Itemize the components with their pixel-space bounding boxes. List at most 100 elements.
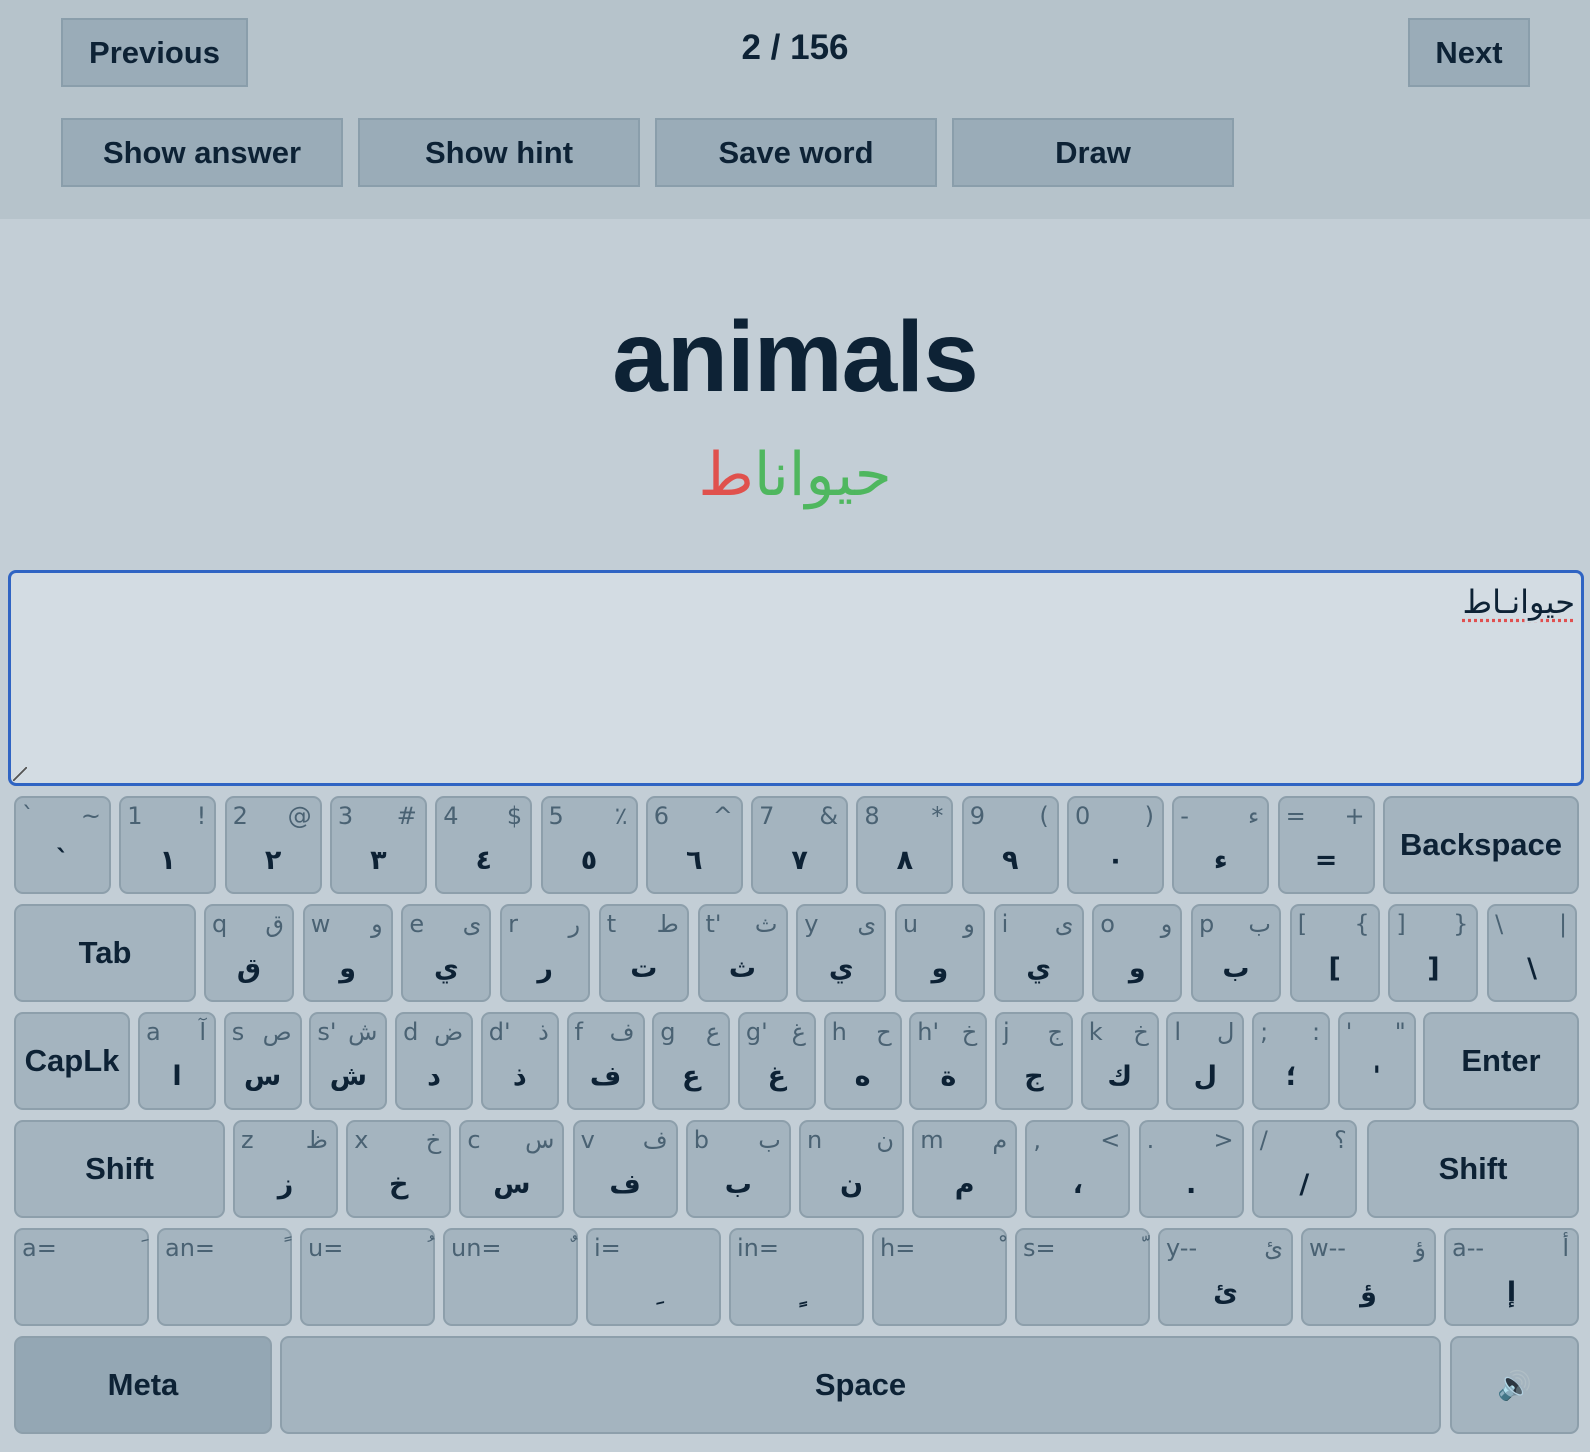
key-row3-1[interactable]: sصس: [223, 1012, 302, 1110]
key-row3-11[interactable]: k خك: [1080, 1012, 1159, 1110]
key-diacritic-6[interactable]: h=ْ: [872, 1228, 1007, 1326]
key-row3-6[interactable]: gعع: [652, 1012, 731, 1110]
key-row2-11[interactable]: [{[: [1289, 904, 1380, 1002]
key-diacritic-9[interactable]: w-- ؤ ؤ: [1301, 1228, 1436, 1326]
draw-button[interactable]: Draw: [952, 118, 1234, 187]
key-main-label: ي: [828, 953, 854, 984]
key-row2-10[interactable]: pبب: [1191, 904, 1281, 1002]
key-row2-0[interactable]: qقق: [204, 904, 294, 1002]
key-row2-3[interactable]: rرر: [500, 904, 591, 1002]
caps-lock-key[interactable]: CapLk: [14, 1012, 130, 1110]
key-row3-0[interactable]: a آا: [138, 1012, 216, 1110]
key-row4-5[interactable]: nنن: [799, 1120, 904, 1218]
show-hint-button[interactable]: Show hint: [358, 118, 640, 187]
key-row4-3[interactable]: vفف: [572, 1120, 678, 1218]
key-row1-11[interactable]: -ءء: [1172, 796, 1270, 894]
key-row4-4[interactable]: bبب: [685, 1120, 791, 1218]
key-latin-label: l: [1174, 1018, 1182, 1046]
key-latin-label: a: [146, 1018, 161, 1046]
key-row2-4[interactable]: t طت: [598, 904, 689, 1002]
answer-textarea[interactable]: حيوانـاط: [8, 570, 1584, 786]
key-diacritic-7[interactable]: s=ّ: [1015, 1228, 1150, 1326]
answer-input-text[interactable]: حيوانـاط: [1463, 583, 1575, 621]
shift-right-key[interactable]: Shift: [1367, 1120, 1579, 1218]
key-row2-8[interactable]: i ىي: [993, 904, 1084, 1002]
key-row2-9[interactable]: oوو: [1092, 904, 1183, 1002]
key-row1-0[interactable]: ` ~ `: [14, 796, 111, 894]
key-row1-4[interactable]: 4 $٤: [435, 796, 533, 894]
key-row3-4[interactable]: d' ذ ذ: [480, 1012, 559, 1110]
key-diacritic-4[interactable]: i=ِ: [586, 1228, 721, 1326]
key-row1-2[interactable]: 2 @٢: [224, 796, 322, 894]
key-row4-9[interactable]: / ؟ /: [1251, 1120, 1357, 1218]
key-row1-6[interactable]: 6 ^ ٦: [645, 796, 743, 894]
key-row3-13[interactable]: ;: ؛: [1252, 1012, 1331, 1110]
shift-left-key[interactable]: Shift: [14, 1120, 225, 1218]
key-row3-5[interactable]: fفف: [566, 1012, 645, 1110]
key-row4-8[interactable]: . >.: [1138, 1120, 1244, 1218]
key-row3-8[interactable]: h حه: [823, 1012, 902, 1110]
key-diacritic-0[interactable]: a=َ: [14, 1228, 149, 1326]
key-row3-9[interactable]: h' خ ة: [909, 1012, 988, 1110]
key-row2-6[interactable]: y ىي: [796, 904, 887, 1002]
key-latin-label: un=: [451, 1234, 502, 1262]
key-row3-14[interactable]: ' " ': [1337, 1012, 1416, 1110]
key-latin-label: [: [1297, 910, 1308, 938]
key-row1-1[interactable]: 1! ١: [119, 796, 217, 894]
key-row1-9[interactable]: 9 (٩: [961, 796, 1059, 894]
key-row1-3[interactable]: 3 #٣: [329, 796, 427, 894]
key-row2-13[interactable]: \ | \: [1487, 904, 1578, 1002]
key-row1-10[interactable]: 0) ٠: [1067, 796, 1164, 894]
key-alt-label: !: [196, 802, 207, 830]
key-diacritic-10[interactable]: a-- أ إ: [1444, 1228, 1579, 1326]
key-row3-7[interactable]: g' غ غ: [737, 1012, 816, 1110]
show-answer-button[interactable]: Show answer: [61, 118, 343, 187]
key-row3-3[interactable]: dضد: [395, 1012, 474, 1110]
key-row1-8[interactable]: 8 * ٨: [856, 796, 954, 894]
key-diacritic-8[interactable]: y-- ئ ئ: [1158, 1228, 1293, 1326]
key-row1-5[interactable]: 5 ٪ ٥: [540, 796, 638, 894]
key-alt-label: ن: [876, 1126, 894, 1154]
save-word-button[interactable]: Save word: [655, 118, 937, 187]
key-diacritic-1[interactable]: an=ً: [157, 1228, 292, 1326]
key-row4-0[interactable]: z ظز: [233, 1120, 338, 1218]
key-diacritic-2[interactable]: u=ُ: [300, 1228, 435, 1326]
key-row4-1[interactable]: xخخ: [346, 1120, 452, 1218]
key-row4-7[interactable]: , < ،: [1025, 1120, 1131, 1218]
key-alt-label: آ: [199, 1018, 206, 1046]
key-row1-12[interactable]: = + =: [1277, 796, 1375, 894]
next-button[interactable]: Next: [1408, 18, 1530, 87]
key-row2-7[interactable]: uوو: [894, 904, 985, 1002]
key-alt-label: ى: [1054, 910, 1074, 938]
key-alt-label: ظ: [305, 1126, 328, 1154]
key-row4-6[interactable]: mمم: [912, 1120, 1018, 1218]
enter-key[interactable]: Enter: [1423, 1012, 1579, 1110]
key-main-label: و: [931, 953, 949, 984]
key-row2-2[interactable]: e ىي: [401, 904, 492, 1002]
key-diacritic-5[interactable]: in=ٍ: [729, 1228, 864, 1326]
key-row3-2[interactable]: s' ش ش: [309, 1012, 388, 1110]
key-main-label: .: [1185, 1169, 1197, 1200]
key-row3-10[interactable]: jجج: [995, 1012, 1073, 1110]
key-diacritic-3[interactable]: un=ٌ: [443, 1228, 578, 1326]
backspace-key-label: Backspace: [1399, 827, 1562, 862]
resize-handle-icon[interactable]: [13, 767, 27, 781]
key-row4-2[interactable]: cسس: [459, 1120, 565, 1218]
key-latin-label: 4: [443, 802, 459, 830]
key-row1-7[interactable]: 7 & ٧: [751, 796, 849, 894]
key-row3-12[interactable]: lلل: [1166, 1012, 1245, 1110]
key-latin-label: ': [1345, 1018, 1353, 1046]
key-alt-label: ؤ: [1414, 1234, 1426, 1262]
key-alt-label: ب: [758, 1126, 781, 1154]
key-alt-label: خ: [961, 1018, 978, 1046]
key-row2-1[interactable]: wوو: [302, 904, 393, 1002]
key-row2-12[interactable]: ]}]: [1388, 904, 1479, 1002]
key-row2-5[interactable]: t' ث ث: [697, 904, 788, 1002]
backspace-key[interactable]: Backspace: [1383, 796, 1579, 894]
key-alt-label: *: [931, 802, 944, 830]
tab-key[interactable]: Tab: [14, 904, 196, 1002]
speaker-key[interactable]: 🔊: [1450, 1336, 1579, 1434]
answer-wrong-part: ط: [698, 440, 754, 510]
space-key[interactable]: Space: [280, 1336, 1441, 1434]
meta-key[interactable]: Meta: [14, 1336, 272, 1434]
